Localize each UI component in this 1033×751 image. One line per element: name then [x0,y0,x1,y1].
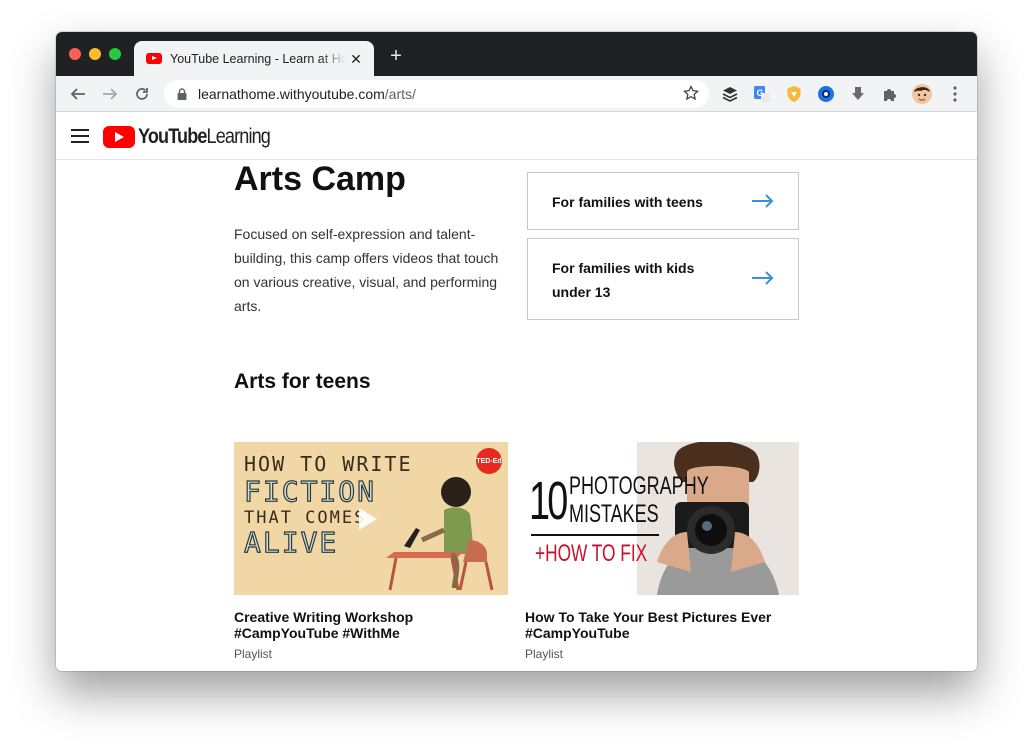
circle-extension-icon[interactable] [816,84,836,104]
thumb-text: THAT COMES [244,508,367,528]
logo-wordmark: YouTubeLearning [138,125,271,148]
thumb-text: PHOTOGRAPHY MISTAKES [569,472,709,528]
family-link-label: For families with teens [552,194,703,210]
download-extension-icon[interactable] [848,84,868,104]
tab-youtube-learning[interactable]: YouTube Learning - Learn at Home ✕ [134,41,374,76]
browser-toolbar: learnathome.withyoutube.com/arts/ G [56,76,977,112]
url-text: learnathome.withyoutube.com/arts/ [198,86,416,102]
browser-menu-icon[interactable] [945,84,965,104]
video-title[interactable]: Creative Writing Workshop #CampYouTube #… [234,609,508,641]
page-description: Focused on self-expression and talent-bu… [234,226,499,314]
page-title: Arts Camp [234,160,406,198]
reload-button[interactable] [131,83,153,105]
video-type: Playlist [525,647,564,661]
video-type: Playlist [234,647,273,661]
minimize-window-button[interactable] [89,48,101,60]
video-card[interactable]: HOW TO WRITE FICTION THAT COMES ALIVE TE… [234,442,508,661]
families-teens-link[interactable]: For families with teens [527,172,799,230]
video-title[interactable]: How To Take Your Best Pictures Ever #Cam… [525,609,799,641]
bookmark-star-icon[interactable] [683,85,699,101]
puzzle-extensions-icon[interactable] [880,84,900,104]
youtube-play-logo-icon [103,126,135,148]
shield-extension-icon[interactable] [784,84,804,104]
thumb-tagline: +HOW TO FIX [535,540,648,567]
writer-illustration-icon [386,477,494,591]
families-kids-link[interactable]: For families with kids under 13 [527,238,799,320]
thumb-divider [531,534,659,536]
forward-arrow-icon [103,88,118,100]
lock-icon [177,88,187,100]
family-link-label: For families with kids under 13 [552,260,695,300]
reload-icon [136,88,148,100]
thumb-text: ALIVE [243,525,339,559]
video-thumbnail[interactable]: HOW TO WRITE FICTION THAT COMES ALIVE TE… [234,442,508,595]
video-card[interactable]: 10 PHOTOGRAPHY MISTAKES +HOW TO FIX How … [525,442,799,661]
layers-extension-icon[interactable] [720,84,740,104]
thumb-number: 10 [529,471,568,531]
tab-close-icon[interactable]: ✕ [348,51,364,67]
arrow-right-icon [752,194,774,208]
forward-button[interactable] [99,83,121,105]
url-host: learnathome.withyoutube.com [198,86,385,102]
new-tab-button[interactable]: + [386,46,406,66]
play-icon [359,508,377,530]
profile-avatar-icon[interactable] [912,84,932,104]
back-arrow-icon [70,88,85,100]
page-viewport: YouTubeLearning Arts Camp Focused on sel… [56,112,977,671]
thumb-text: FICTION [243,474,377,508]
tab-strip: YouTube Learning - Learn at Home ✕ + [56,32,977,76]
close-window-button[interactable] [69,48,81,60]
section-title: Arts for teens [234,370,371,393]
arrow-right-icon [752,271,774,285]
tab-title: YouTube Learning - Learn at Home [170,51,346,66]
address-bar[interactable]: learnathome.withyoutube.com/arts/ [164,80,709,108]
video-thumbnail[interactable]: 10 PHOTOGRAPHY MISTAKES +HOW TO FIX [525,442,799,595]
translate-extension-icon[interactable]: G [752,84,772,104]
app-header: YouTubeLearning [56,112,977,160]
youtube-favicon-icon [146,53,162,64]
url-path: /arts/ [384,86,416,102]
ted-ed-badge: TED-Ed [476,448,502,474]
back-button[interactable] [67,83,89,105]
browser-window: YouTube Learning - Learn at Home ✕ + lea… [56,32,977,671]
hamburger-menu-icon[interactable] [71,129,89,143]
youtube-learning-logo[interactable]: YouTubeLearning [103,125,291,149]
zoom-window-button[interactable] [109,48,121,60]
